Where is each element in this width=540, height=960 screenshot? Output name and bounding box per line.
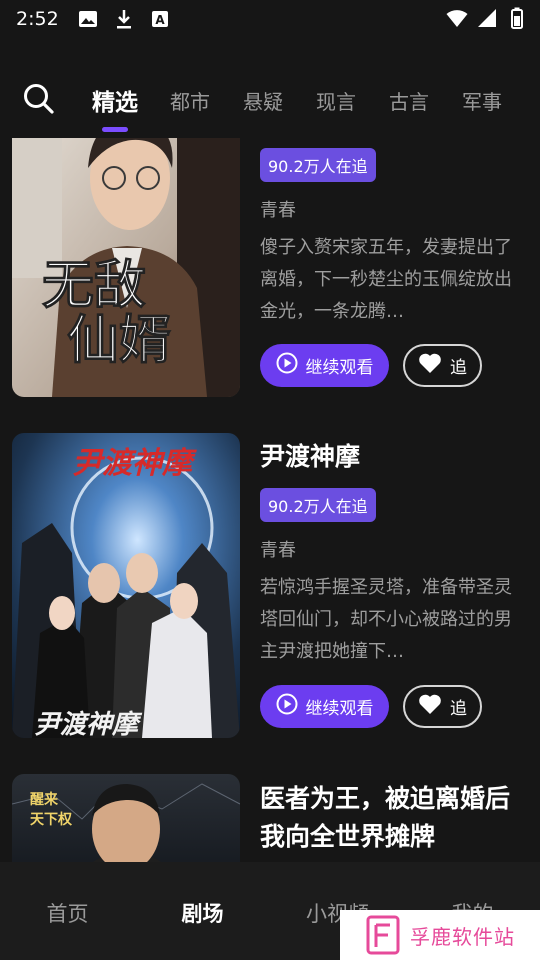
drama-poster[interactable]: 醒来 天下权 <box>12 774 240 862</box>
watermark: 孚鹿软件站 <box>340 910 540 960</box>
follow-button[interactable]: 追 <box>403 344 482 387</box>
svg-text:A: A <box>155 13 165 27</box>
status-time: 2:52 <box>16 8 59 30</box>
tab-military[interactable]: 军事 <box>462 86 502 115</box>
a-box-icon: A <box>149 8 171 30</box>
drama-card[interactable]: 醒来 天下权 医者为王，被迫离婚后我向全世界摊牌 <box>12 774 528 862</box>
drama-poster[interactable]: 无敌 仙婿 <box>12 138 240 397</box>
nav-label: 首页 <box>46 902 89 926</box>
tab-label: 精选 <box>92 90 138 116</box>
svg-text:无敌: 无敌 <box>42 255 146 316</box>
heart-icon <box>418 693 442 720</box>
nav-theater[interactable]: 剧场 <box>135 862 270 960</box>
tab-suspense[interactable]: 悬疑 <box>243 86 283 115</box>
continue-watching-label: 继续观看 <box>305 358 374 378</box>
svg-text:尹渡神摩: 尹渡神摩 <box>72 446 197 481</box>
watermark-logo-icon <box>366 915 400 955</box>
drama-card[interactable]: 尹渡神摩 尹渡神摩 尹渡神摩 90.2万人在追 青春 若惊鸿手握圣灵塔，准备带圣… <box>12 433 528 743</box>
play-icon <box>276 352 298 379</box>
signal-icon <box>476 7 498 29</box>
system-icons <box>446 7 528 29</box>
download-icon <box>113 8 135 30</box>
tab-label: 都市 <box>170 89 210 114</box>
watermark-text: 孚鹿软件站 <box>410 924 515 949</box>
drama-poster[interactable]: 尹渡神摩 尹渡神摩 <box>12 433 240 738</box>
drama-title: 尹渡神摩 <box>260 442 361 471</box>
search-icon[interactable] <box>22 82 56 116</box>
svg-text:天下权: 天下权 <box>30 811 73 828</box>
category-tabs: 精选 都市 悬疑 现言 古言 军事 <box>92 72 535 132</box>
svg-text:仙婿: 仙婿 <box>67 310 171 371</box>
tab-featured[interactable]: 精选 <box>92 83 138 132</box>
drama-description: 傻子入赘宋家五年，发妻提出了离婚，下一秒楚尘的玉佩绽放出金光，一条龙腾… <box>260 237 512 322</box>
drama-actions: 继续观看 追 <box>260 685 482 728</box>
drama-info: 90.2万人在追 青春 傻子入赘宋家五年，发妻提出了离婚，下一秒楚尘的玉佩绽放出… <box>260 148 522 328</box>
active-tab-indicator <box>102 127 128 132</box>
tab-label: 古言 <box>389 89 429 114</box>
drama-info: 尹渡神摩 90.2万人在追 青春 若惊鸿手握圣灵塔，准备带圣灵塔回仙门，却不小心… <box>260 438 522 668</box>
notification-icons: A <box>77 8 171 30</box>
drama-genre: 青春 <box>260 200 296 221</box>
drama-info: 医者为王，被迫离婚后我向全世界摊牌 <box>260 780 522 855</box>
category-nav: 精选 都市 悬疑 现言 古言 军事 <box>0 72 540 132</box>
tab-label: 现言 <box>316 89 356 114</box>
tab-label: 悬疑 <box>243 89 283 114</box>
svg-text:尹渡神摩: 尹渡神摩 <box>34 710 143 738</box>
follow-label: 追 <box>450 358 467 378</box>
tab-ancient-romance[interactable]: 古言 <box>389 86 429 115</box>
wifi-icon <box>446 7 468 29</box>
tab-label: 军事 <box>462 89 502 114</box>
battery-icon <box>506 7 528 29</box>
drama-genre: 青春 <box>260 539 296 561</box>
heart-icon <box>418 352 442 379</box>
drama-title: 医者为王，被迫离婚后我向全世界摊牌 <box>260 784 511 851</box>
drama-list[interactable]: 无敌 仙婿 90.2万人在追 青春 傻子入赘宋家五年，发妻提出了离婚，下一秒楚尘… <box>0 138 540 862</box>
nav-label: 剧场 <box>181 902 224 926</box>
svg-text:醒来: 醒来 <box>30 792 59 808</box>
follower-badge: 90.2万人在追 <box>260 148 376 182</box>
drama-actions: 继续观看 追 <box>260 344 482 387</box>
follow-button[interactable]: 追 <box>403 685 482 728</box>
tab-modern-romance[interactable]: 现言 <box>316 86 356 115</box>
image-icon <box>77 8 99 30</box>
drama-description: 若惊鸿手握圣灵塔，准备带圣灵塔回仙门，却不小心被路过的男主尹渡把她撞下… <box>260 576 512 662</box>
play-icon <box>276 693 298 720</box>
status-bar: 2:52 A <box>0 0 540 38</box>
continue-watching-label: 继续观看 <box>305 699 374 719</box>
drama-card[interactable]: 无敌 仙婿 90.2万人在追 青春 傻子入赘宋家五年，发妻提出了离婚，下一秒楚尘… <box>12 138 528 398</box>
continue-watching-button[interactable]: 继续观看 <box>260 344 389 387</box>
follower-badge: 90.2万人在追 <box>260 487 376 522</box>
tab-urban[interactable]: 都市 <box>170 86 210 115</box>
continue-watching-button[interactable]: 继续观看 <box>260 685 389 728</box>
follow-label: 追 <box>450 699 467 719</box>
nav-home[interactable]: 首页 <box>0 862 135 960</box>
